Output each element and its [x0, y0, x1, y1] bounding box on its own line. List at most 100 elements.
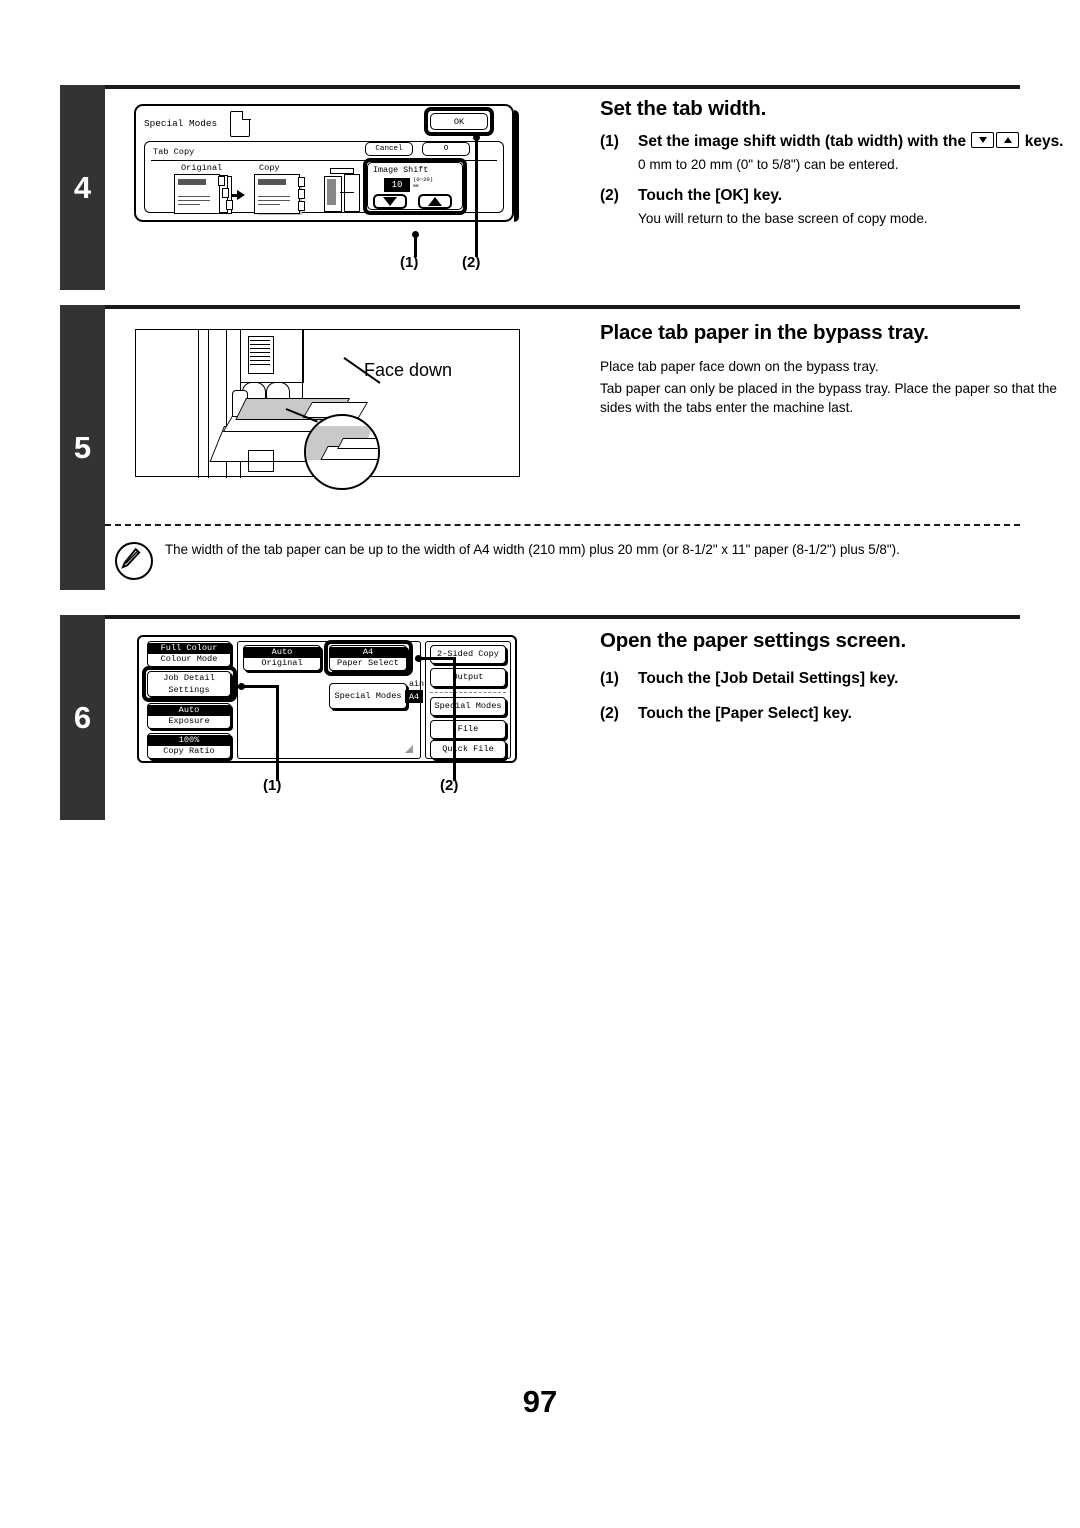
step-6-heading: Open the paper settings screen. [600, 629, 906, 652]
step-4-item-1-text-before: Set the image shift width (tab width) wi… [638, 133, 967, 150]
step-4-item-2: (2) Touch the [OK] key. [600, 186, 1065, 207]
cancel-button-label: Cancel [375, 145, 403, 153]
key-colour-mode-value: Full Colour [148, 643, 230, 654]
key-2-sided-copy[interactable]: 2-Sided Copy [430, 645, 506, 664]
callout-1-label: (1) [400, 254, 419, 271]
key-output[interactable]: Output [430, 668, 506, 687]
ok-inner-button[interactable]: O [422, 142, 470, 156]
step-6-item-2-text: Touch the [Paper Select] key. [638, 704, 852, 722]
key-exposure-value: Auto [148, 705, 230, 716]
step-5-heading: Place tab paper in the bypass tray. [600, 321, 929, 344]
key-special-modes-center-label: Special Modes [334, 690, 402, 701]
step-6-callout-1-hline [238, 685, 278, 688]
key-special-modes-right-label: Special Modes [434, 701, 502, 711]
step-6-item-1-text: Touch the [Job Detail Settings] key. [638, 670, 899, 687]
center-area-corner-mark [405, 745, 413, 753]
key-original-label: Original [261, 658, 303, 668]
ok-button-highlight [424, 107, 494, 136]
note-divider [105, 524, 1020, 526]
page-corner-fold [242, 111, 251, 120]
key-output-label: Output [452, 672, 484, 682]
step-4-item-1-marker: (1) [600, 133, 619, 150]
key-special-modes-right[interactable]: Special Modes [430, 697, 506, 716]
machine-top-shape [240, 330, 304, 383]
key-file[interactable]: File [430, 720, 506, 739]
step-4-text: Set the tab width. (1) Set the image shi… [600, 97, 1065, 240]
right-keys-divider [430, 692, 506, 693]
key-exposure-label: Exposure [168, 716, 210, 726]
step-5-rule [100, 305, 1020, 309]
step-4-item-2-text: Touch the [OK] key. [638, 186, 783, 204]
key-original-value: Auto [244, 647, 320, 658]
step-4-item-1-text: Set the image shift width (tab width) wi… [638, 132, 1065, 153]
step-6-item-2: (2) Touch the [Paper Select] key. [600, 704, 1065, 725]
magnifier-circle [304, 414, 380, 490]
step-4-heading: Set the tab width. [600, 97, 767, 120]
key-copy-ratio-value: 100% [148, 735, 230, 746]
face-down-label: Face down [364, 360, 453, 380]
key-copy-ratio-label: Copy Ratio [163, 746, 215, 756]
step-6-callout-1-label: (1) [263, 777, 282, 794]
note-text: The width of the tab paper can be up to … [165, 542, 900, 557]
manual-page: 4 Special Modes OK Tab Copy Cancel O Ori… [0, 0, 1080, 1528]
key-quick-file[interactable]: Quick File [430, 740, 506, 759]
step-4-rule [100, 85, 1020, 89]
bypass-tray-illustration: Face down [135, 329, 520, 490]
special-modes-title: Special Modes [144, 118, 218, 129]
step-6-item-2-marker: (2) [600, 704, 619, 722]
step-5-paragraph-1: Place tab paper face down on the bypass … [600, 359, 879, 374]
key-exposure[interactable]: Auto Exposure [147, 703, 231, 729]
ok-inner-button-label: O [443, 145, 449, 153]
step-6-callout-1-line [276, 685, 279, 781]
step-5-text: Place tab paper in the bypass tray. Plac… [600, 321, 1065, 418]
step-5-number-box: 5 [60, 305, 105, 590]
paper-select-highlight [324, 640, 413, 676]
callout-2-label: (2) [462, 254, 481, 271]
step-6-callout-2-label: (2) [440, 777, 459, 794]
chevron-down-icon [971, 132, 995, 148]
transform-arrow-stem [231, 193, 239, 197]
key-special-modes-center[interactable]: Special Modes [329, 683, 407, 709]
step-4-item-1-detail: 0 mm to 20 mm (0" to 5/8") can be entere… [638, 156, 899, 172]
step-4-screenshot: Special Modes OK Tab Copy Cancel O Origi… [134, 104, 520, 226]
key-file-label: File [457, 724, 479, 734]
step-6-rule [100, 615, 1020, 619]
key-colour-mode-label: Colour Mode [160, 654, 218, 664]
status-paper-size: A4 [405, 690, 423, 703]
step-6-item-1: (1) Touch the [Job Detail Settings] key. [600, 669, 1065, 690]
machine-lower-slot [248, 450, 274, 472]
step-6-callout-2-hline [415, 657, 455, 660]
job-detail-settings-highlight [142, 666, 237, 702]
chevron-up-icon [996, 132, 1020, 148]
step-5-paragraph-2: Tab paper can only be placed in the bypa… [600, 380, 1057, 416]
callout-2-line [475, 138, 478, 257]
step-4-number: 4 [73, 169, 92, 205]
step-6-number: 6 [73, 699, 92, 735]
step-4-number-box: 4 [60, 85, 105, 290]
status-paper-size-value: A4 [408, 691, 420, 702]
tab-copy-title: Tab Copy [153, 147, 195, 157]
step-6: 6 Full Colour Colour Mode Job Detail Set… [60, 615, 1020, 820]
cancel-button[interactable]: Cancel [365, 142, 413, 156]
key-copy-ratio[interactable]: 100% Copy Ratio [147, 733, 231, 759]
copy-label: Copy [259, 163, 280, 173]
page-number: 97 [522, 1384, 558, 1419]
step-6-callout-2-line [453, 657, 456, 781]
step-6-number-box: 6 [60, 615, 105, 820]
image-shift-highlight [363, 158, 467, 215]
machine-left-panel [136, 330, 199, 478]
window-shadow [514, 110, 519, 222]
key-quick-file-label: Quick File [442, 744, 494, 754]
step-6-item-1-marker: (1) [600, 670, 619, 687]
original-label: Original [181, 163, 223, 173]
step-5: 5 Face down Place tab paper in the bypas… [60, 305, 1057, 590]
pencil-note-icon [115, 542, 153, 580]
step-4-item-2-detail: You will return to the base screen of co… [638, 210, 928, 226]
key-colour-mode[interactable]: Full Colour Colour Mode [147, 641, 231, 667]
step-4-item-1: (1) Set the image shift width (tab width… [600, 132, 1065, 153]
key-original[interactable]: Auto Original [243, 645, 321, 671]
step-5-number: 5 [73, 429, 92, 465]
status-text-main: ain [409, 679, 425, 689]
step-4: 4 Special Modes OK Tab Copy Cancel O Ori… [60, 85, 1064, 290]
step-4-item-2-marker: (2) [600, 186, 619, 204]
